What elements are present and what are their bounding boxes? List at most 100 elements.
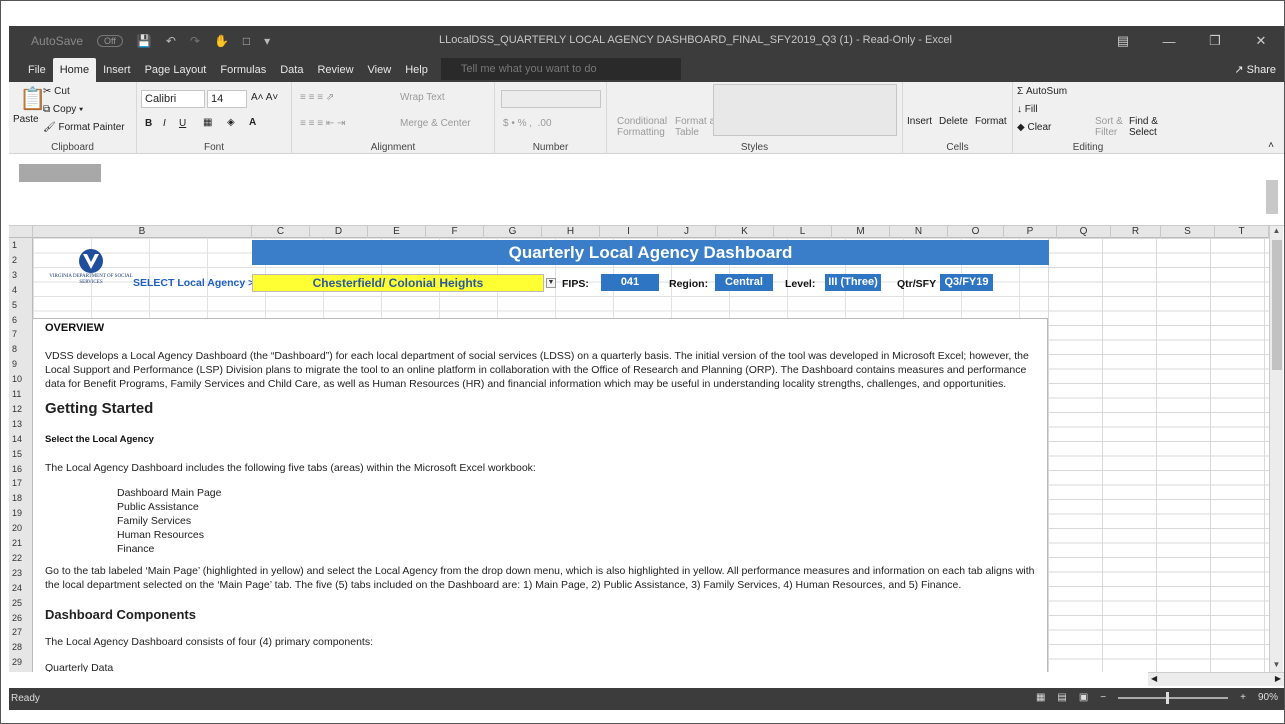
tab-data[interactable]: Data: [273, 58, 310, 82]
delete-cells-button[interactable]: Delete: [939, 116, 968, 127]
column-header[interactable]: J: [658, 226, 716, 238]
normal-view-icon[interactable]: ▦: [1036, 692, 1045, 703]
agency-select[interactable]: Chesterfield/ Colonial Heights: [252, 274, 544, 292]
row-header[interactable]: 28: [9, 642, 33, 652]
scroll-down-icon[interactable]: ▼: [1270, 660, 1283, 672]
font-size-buttons[interactable]: A˄ A˅: [251, 92, 278, 103]
cut-button[interactable]: ✂ Cut: [43, 86, 70, 97]
name-box[interactable]: [19, 164, 101, 182]
restore-button[interactable]: ❐: [1192, 26, 1238, 56]
row-header[interactable]: 29: [9, 657, 33, 667]
number-format-icons[interactable]: $ • % , .00: [503, 118, 552, 129]
column-header[interactable]: E: [368, 226, 426, 238]
sort-filter-button[interactable]: Sort & Filter: [1095, 116, 1131, 138]
scroll-left-icon[interactable]: ◀: [1151, 674, 1157, 683]
row-header[interactable]: 19: [9, 508, 33, 518]
insert-cells-button[interactable]: Insert: [907, 116, 932, 127]
row-header[interactable]: 25: [9, 598, 33, 608]
number-format-select[interactable]: [501, 90, 601, 108]
row-header[interactable]: 13: [9, 419, 33, 429]
undo-icon[interactable]: ↶: [166, 34, 176, 48]
collapse-ribbon-icon[interactable]: ˄: [1268, 140, 1274, 151]
column-header[interactable]: I: [600, 226, 658, 238]
customize-qat-icon[interactable]: ▾: [264, 34, 270, 48]
scroll-up-icon[interactable]: ▲: [1270, 226, 1283, 238]
row-header[interactable]: 12: [9, 404, 33, 414]
row-header[interactable]: 11: [9, 389, 33, 399]
tab-help[interactable]: Help: [398, 58, 435, 82]
zoom-out-button[interactable]: −: [1100, 692, 1106, 703]
align-top-icons[interactable]: ≡ ≡ ≡ ⇗: [300, 92, 334, 103]
font-name-input[interactable]: Calibri: [141, 90, 205, 108]
vertical-scrollbar[interactable]: ▲ ▼: [1269, 226, 1283, 672]
tab-formulas[interactable]: Formulas: [213, 58, 273, 82]
row-header[interactable]: 6: [9, 315, 33, 325]
tab-review[interactable]: Review: [310, 58, 360, 82]
font-size-input[interactable]: 14: [207, 90, 247, 108]
tab-page-layout[interactable]: Page Layout: [138, 58, 214, 82]
agency-dropdown-icon[interactable]: ▼: [546, 278, 556, 288]
page-layout-view-icon[interactable]: ▤: [1057, 692, 1066, 703]
row-header[interactable]: 8: [9, 344, 33, 354]
format-painter-button[interactable]: 🖌 Format Painter: [43, 122, 125, 133]
row-header[interactable]: 27: [9, 627, 33, 637]
save-icon[interactable]: 💾: [137, 34, 152, 48]
borders-icon[interactable]: ▦: [203, 117, 212, 128]
select-all-corner[interactable]: [9, 226, 33, 238]
row-header[interactable]: 1: [9, 240, 33, 250]
tab-home[interactable]: Home: [52, 58, 97, 82]
row-header[interactable]: 22: [9, 553, 33, 563]
row-header[interactable]: 3: [9, 270, 33, 280]
column-header[interactable]: B: [33, 226, 252, 238]
row-header[interactable]: 16: [9, 464, 33, 474]
bold-button[interactable]: B: [145, 118, 152, 129]
row-header[interactable]: 15: [9, 449, 33, 459]
paste-button[interactable]: Paste: [13, 114, 39, 125]
worksheet[interactable]: Quarterly Local Agency Dashboard VIRGINI…: [33, 238, 1269, 672]
horizontal-scrollbar[interactable]: ◀ ▶: [1148, 672, 1284, 686]
row-header[interactable]: 21: [9, 538, 33, 548]
column-header[interactable]: N: [890, 226, 948, 238]
scroll-right-icon[interactable]: ▶: [1275, 674, 1281, 683]
tab-file[interactable]: File: [21, 58, 53, 82]
row-header[interactable]: 5: [9, 300, 33, 310]
align-icons[interactable]: ≡ ≡ ≡ ⇤ ⇥: [300, 118, 345, 129]
redo-icon[interactable]: ↷: [190, 34, 200, 48]
autosum-button[interactable]: Σ AutoSum: [1017, 86, 1067, 97]
autosave-toggle[interactable]: Off: [97, 35, 123, 47]
ribbon-display-icon[interactable]: ▤: [1100, 26, 1146, 56]
format-cells-button[interactable]: Format: [975, 116, 1007, 127]
copy-button[interactable]: ⧉ Copy ▾: [43, 104, 83, 115]
column-header[interactable]: S: [1161, 226, 1215, 238]
row-header[interactable]: 4: [9, 285, 33, 295]
cell-styles-gallery[interactable]: [713, 84, 897, 136]
wrap-text-button[interactable]: Wrap Text: [400, 92, 445, 103]
minimize-button[interactable]: —: [1146, 26, 1192, 56]
row-header[interactable]: 14: [9, 434, 33, 444]
column-header[interactable]: R: [1111, 226, 1161, 238]
fill-color-icon[interactable]: ◈: [227, 117, 235, 128]
row-header[interactable]: 20: [9, 523, 33, 533]
page-break-view-icon[interactable]: ▣: [1079, 692, 1088, 703]
font-color-icon[interactable]: A: [249, 117, 256, 128]
column-header[interactable]: T: [1215, 226, 1269, 238]
column-header[interactable]: D: [310, 226, 368, 238]
row-header[interactable]: 7: [9, 329, 33, 339]
row-header[interactable]: 2: [9, 255, 33, 265]
clear-button[interactable]: ◆ Clear: [1017, 122, 1051, 133]
underline-button[interactable]: U: [179, 118, 186, 129]
fill-button[interactable]: ↓ Fill: [1017, 104, 1038, 115]
row-header[interactable]: 26: [9, 613, 33, 623]
close-button[interactable]: ✕: [1238, 26, 1284, 56]
zoom-slider-knob[interactable]: [1166, 691, 1170, 704]
row-header[interactable]: 10: [9, 374, 33, 384]
column-header[interactable]: L: [774, 226, 832, 238]
column-header[interactable]: H: [542, 226, 600, 238]
zoom-in-button[interactable]: +: [1240, 692, 1246, 703]
row-header[interactable]: 23: [9, 568, 33, 578]
touch-mode-icon[interactable]: ✋: [214, 34, 229, 48]
tell-me-input[interactable]: Tell me what you want to do: [440, 58, 681, 80]
column-header[interactable]: G: [484, 226, 542, 238]
row-header[interactable]: 9: [9, 359, 33, 369]
column-header[interactable]: O: [948, 226, 1004, 238]
